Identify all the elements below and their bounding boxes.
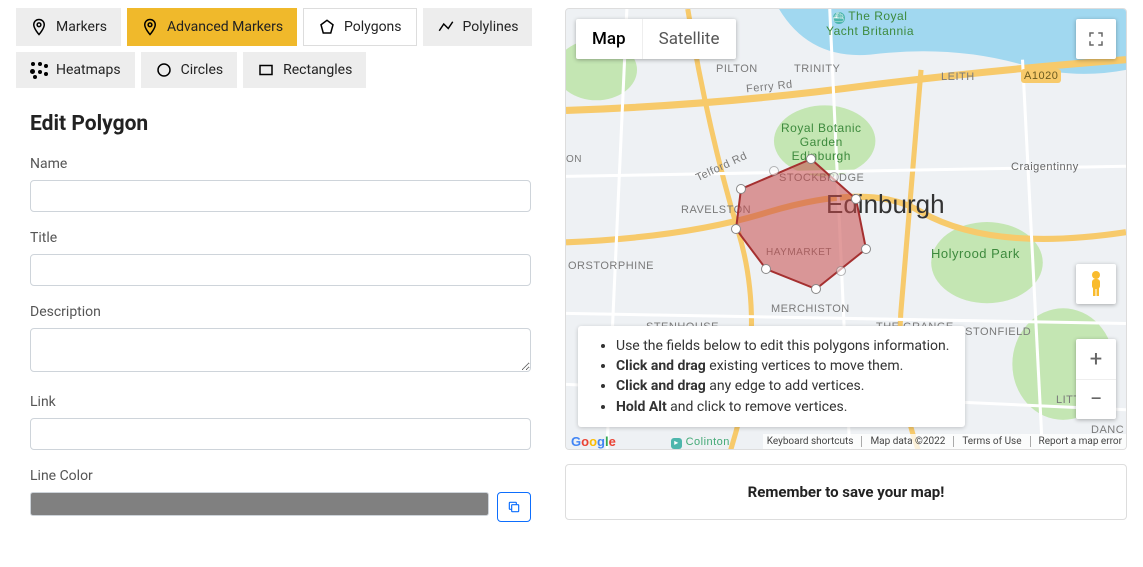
area-label: TRINITY [794, 63, 840, 75]
polygon-vertex[interactable] [731, 224, 741, 234]
report-error-link[interactable]: Report a map error [1039, 436, 1122, 447]
polyline-icon [437, 18, 455, 36]
poi-label: ⛴ The Royal Yacht Britannia [826, 9, 914, 38]
link-input[interactable] [30, 418, 531, 450]
tab-heatmaps[interactable]: Heatmaps [16, 52, 135, 88]
color-picker-button[interactable] [497, 492, 531, 522]
line-color-swatch[interactable] [30, 492, 489, 516]
map-canvas[interactable]: ⛴ The Royal Yacht Britannia TRINITY PILT… [565, 8, 1127, 450]
instruction-item: Use the fields below to edit this polygo… [616, 336, 949, 356]
polygon-midpoint[interactable] [769, 166, 779, 176]
area-label: LEITH [941, 71, 975, 83]
polygon-midpoint[interactable] [836, 266, 846, 276]
keyboard-shortcuts-link[interactable]: Keyboard shortcuts [767, 436, 854, 447]
link-label: Link [30, 394, 531, 410]
edit-polygon-form: Edit Polygon Name Title Description Link… [16, 102, 545, 522]
fullscreen-button[interactable] [1076, 19, 1116, 59]
polygon-shape[interactable] [726, 149, 886, 299]
heatmap-icon [30, 61, 48, 79]
pegman-icon [1085, 270, 1107, 298]
tab-label: Rectangles [283, 62, 352, 78]
title-input[interactable] [30, 254, 531, 286]
tab-rectangles[interactable]: Rectangles [243, 52, 366, 88]
area-label: ▸ Colinton [671, 436, 730, 449]
polygon-midpoint[interactable] [829, 172, 839, 182]
terms-link[interactable]: Terms of Use [962, 436, 1021, 447]
zoom-in-button[interactable]: + [1076, 339, 1116, 379]
instructions-panel: Use the fields below to edit this polygo… [578, 326, 965, 427]
name-label: Name [30, 156, 531, 172]
polygon-vertex[interactable] [851, 194, 861, 204]
map-type-map[interactable]: Map [576, 19, 642, 59]
tab-markers[interactable]: Markers [16, 8, 121, 46]
tab-label: Circles [181, 62, 224, 78]
tab-label: Polygons [344, 19, 401, 35]
tab-label: Heatmaps [56, 62, 121, 78]
polygon-vertex[interactable] [861, 244, 871, 254]
tab-circles[interactable]: Circles [141, 52, 238, 88]
pin-icon [141, 18, 159, 36]
polygon-vertex[interactable] [806, 154, 816, 164]
road-label: A1020 [1021, 69, 1061, 83]
description-label: Description [30, 304, 531, 320]
zoom-control: + − [1076, 339, 1116, 419]
line-color-label: Line Color [30, 468, 531, 484]
title-label: Title [30, 230, 531, 246]
tab-advanced-markers[interactable]: Advanced Markers [127, 8, 297, 46]
description-input[interactable] [30, 328, 531, 372]
map-type-satellite[interactable]: Satellite [642, 19, 736, 59]
zoom-out-button[interactable]: − [1076, 379, 1116, 419]
map-data-label: Map data ©2022 [870, 436, 945, 447]
area-label: ON [566, 154, 582, 165]
rectangle-icon [257, 61, 275, 79]
circle-icon [155, 61, 173, 79]
area-label: ORSTORPHINE [568, 260, 654, 272]
area-label: MERCHISTON [771, 303, 850, 315]
instruction-item: Click and drag existing vertices to move… [616, 356, 949, 376]
tab-polylines[interactable]: Polylines [423, 8, 533, 46]
map-attribution: Keyboard shortcuts Map data ©2022 Terms … [763, 434, 1126, 449]
copy-icon [507, 500, 521, 514]
fullscreen-icon [1087, 30, 1105, 48]
tab-polygons[interactable]: Polygons [303, 8, 416, 46]
form-heading: Edit Polygon [30, 112, 531, 136]
name-input[interactable] [30, 180, 531, 212]
pin-icon [30, 18, 48, 36]
save-reminder: Remember to save your map! [565, 464, 1127, 520]
polygon-vertex[interactable] [736, 184, 746, 194]
polygon-vertex[interactable] [761, 264, 771, 274]
polygon-icon [318, 18, 336, 36]
tab-label: Markers [56, 19, 107, 35]
instruction-item: Click and drag any edge to add vertices. [616, 376, 949, 396]
instruction-item: Hold Alt and click to remove vertices. [616, 397, 949, 417]
park-label: Holyrood Park [931, 246, 1020, 261]
area-label: Craigentinny [1011, 161, 1079, 173]
map-type-control: Map Satellite [576, 19, 736, 59]
tab-label: Advanced Markers [167, 19, 283, 35]
streetview-pegman[interactable] [1076, 264, 1116, 304]
polygon-vertex[interactable] [811, 284, 821, 294]
google-logo: Google [571, 434, 616, 449]
shape-type-tabs: Markers Advanced Markers Polygons Polyli… [16, 8, 545, 88]
area-label: PILTON [716, 63, 758, 75]
tab-label: Polylines [463, 19, 519, 35]
